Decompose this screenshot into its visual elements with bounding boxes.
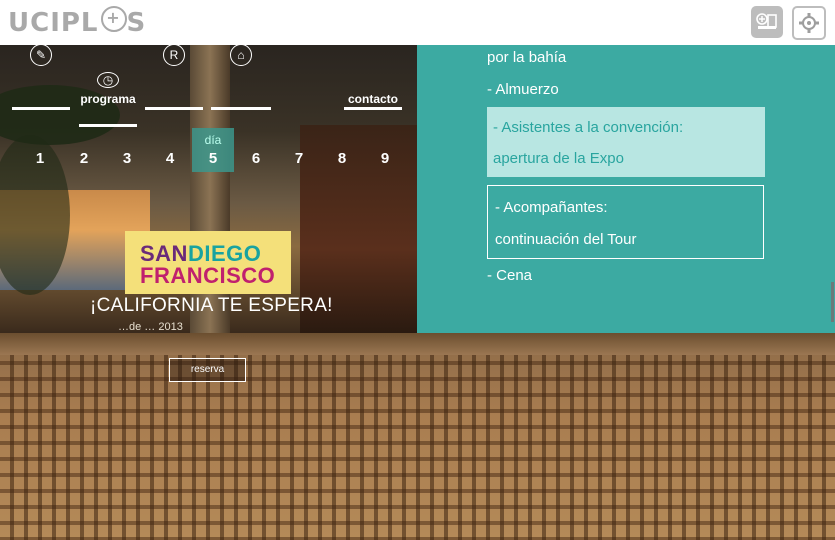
nav-label-programa: programa: [80, 92, 136, 106]
day-3[interactable]: 3: [109, 150, 145, 167]
day-7[interactable]: 7: [281, 150, 317, 167]
nav-underline-active: [79, 124, 137, 127]
day-8[interactable]: 8: [324, 150, 360, 167]
schedule-line-lunch: - Almuerzo: [487, 81, 559, 98]
logo-suffix: S: [126, 8, 147, 38]
feather-icon: ✎: [30, 44, 52, 66]
outlined-line-2: continuación del Tour: [495, 231, 637, 248]
ballroom-photo: [0, 333, 835, 540]
top-bar: UCIPL + S: [0, 0, 835, 45]
r-badge-icon: R: [163, 44, 185, 66]
add-window-icon[interactable]: [751, 6, 783, 38]
schedule-panel: por la bahía - Almuerzo - Asistentes a l…: [417, 45, 835, 333]
ballroom-ceiling: [0, 333, 835, 355]
nav-underline: [344, 107, 402, 110]
logo-text: UCIPL: [8, 8, 99, 38]
tagline: ¡CALIFORNIA TE ESPERA!: [90, 295, 333, 316]
schedule-highlight-item[interactable]: - Asistentes a la convención: apertura d…: [487, 107, 765, 177]
schedule-line-bay: por la bahía: [487, 49, 567, 66]
day-9[interactable]: 9: [367, 150, 403, 167]
schedule-outlined-item[interactable]: - Acompañantes: continuación del Tour: [487, 185, 764, 259]
day-label: día: [204, 133, 222, 147]
day-2[interactable]: 2: [66, 150, 102, 167]
schedule-line-dinner: - Cena: [487, 267, 533, 284]
logo-plus-icon: +: [100, 6, 127, 32]
highlight-line-1: - Asistentes a la convención:: [493, 119, 684, 136]
nav-underline: [211, 107, 271, 110]
hotel-icon: ⌂: [230, 44, 252, 66]
nav-underline: [145, 107, 203, 110]
scrollbar[interactable]: [831, 282, 834, 322]
logo[interactable]: UCIPL + S: [8, 6, 147, 38]
gear-icon: [799, 13, 819, 33]
outlined-line-1: - Acompañantes:: [495, 199, 608, 216]
day-5[interactable]: 5: [195, 150, 231, 167]
brand-card: SANDIEGO FRANCISCO: [125, 231, 291, 294]
reserve-button[interactable]: reserva: [169, 358, 246, 382]
settings-gear-icon[interactable]: [792, 6, 826, 40]
day-1[interactable]: 1: [22, 150, 58, 167]
clock-icon: ◷: [97, 72, 119, 88]
nav-item-contacto[interactable]: contacto: [344, 72, 402, 112]
event-dates: …de … 2013: [118, 321, 183, 333]
nav-item-programa[interactable]: ◷ programa: [79, 72, 137, 112]
add-window-icon-svg: [756, 13, 777, 29]
nav-label-contacto: contacto: [347, 92, 398, 106]
nav-underline: [12, 107, 70, 110]
highlight-line-2: apertura de la Expo: [493, 150, 624, 167]
brand-francisco: FRANCISCO: [140, 263, 276, 288]
day-4[interactable]: 4: [152, 150, 188, 167]
day-6[interactable]: 6: [238, 150, 274, 167]
